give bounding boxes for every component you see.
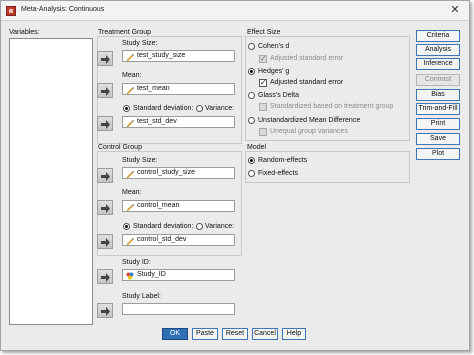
save-button[interactable]: Save	[416, 133, 460, 145]
ok-button[interactable]: OK	[162, 328, 188, 340]
model-title: Model	[247, 144, 267, 151]
unstandardized-radio[interactable]	[248, 117, 255, 124]
control-study-size-label: Study Size:	[122, 157, 158, 164]
model-frame	[245, 151, 410, 183]
hedges-g-radio[interactable]	[248, 68, 255, 75]
pencil-scale-icon	[127, 120, 134, 127]
right-arrow-icon	[101, 172, 110, 181]
title-bar: Meta-Analysis: Continuous ✕	[1, 1, 469, 21]
glass-delta-radio[interactable]	[248, 92, 255, 99]
inference-button[interactable]: Inference	[416, 58, 460, 70]
effect-size-title: Effect Size	[247, 29, 281, 36]
variables-label: Variables:	[9, 29, 40, 36]
app-icon	[6, 6, 16, 16]
random-effects-radio[interactable]	[248, 157, 255, 164]
plot-button[interactable]: Plot	[416, 148, 460, 160]
pencil-scale-icon	[127, 238, 134, 245]
trim-and-fill-button[interactable]: Trim-and-Fill	[416, 103, 460, 115]
right-arrow-icon	[101, 204, 110, 213]
treatment-study-size-field[interactable]: test_study_size	[122, 50, 235, 62]
control-mean-field[interactable]: control_mean	[122, 200, 235, 212]
unequal-variances-checkbox[interactable]	[259, 128, 267, 136]
reset-button[interactable]: Reset	[222, 328, 248, 340]
treatment-study-size-label: Study Size:	[122, 40, 158, 47]
study-id-label: Study ID:	[122, 259, 151, 266]
cohens-adjusted-checkbox[interactable]	[259, 54, 267, 64]
cohens-d-label: Cohen's d	[258, 43, 290, 50]
hedges-adjusted-checkbox[interactable]	[259, 78, 267, 88]
bias-button[interactable]: Bias	[416, 89, 460, 101]
fixed-effects-radio[interactable]	[248, 170, 255, 177]
control-variance-radio[interactable]	[196, 223, 203, 230]
control-study-size-field[interactable]: control_study_size	[122, 167, 235, 179]
treatment-mean-value: test_mean	[137, 85, 170, 92]
right-arrow-icon	[101, 238, 110, 247]
control-std-field[interactable]: control_std_dev	[122, 234, 235, 246]
study-id-field[interactable]: Study_ID	[122, 269, 235, 281]
effect-size-frame	[245, 36, 410, 141]
analysis-button[interactable]: Analysis	[416, 44, 460, 56]
study-label-label: Study Label:	[122, 293, 161, 300]
control-mean-label: Mean:	[122, 189, 142, 196]
glass-delta-label: Glass's Delta	[258, 92, 300, 99]
study-id-value: Study_ID	[137, 271, 166, 278]
cohens-adjusted-label: Adjusted standard error	[270, 55, 344, 62]
help-button[interactable]: Help	[282, 328, 306, 340]
criteria-button[interactable]: Criteria	[416, 30, 460, 42]
window-title: Meta-Analysis: Continuous	[21, 6, 105, 13]
control-study-size-value: control_study_size	[137, 169, 195, 176]
variables-list[interactable]	[9, 38, 93, 325]
pencil-scale-icon	[127, 87, 134, 94]
glass-standardized-checkbox[interactable]	[259, 103, 267, 111]
control-std-dev-radio[interactable]	[123, 223, 130, 230]
right-arrow-icon	[101, 87, 110, 96]
treatment-std-dev-radio[interactable]	[123, 105, 130, 112]
right-arrow-icon	[101, 55, 110, 64]
close-icon[interactable]: ✕	[447, 3, 463, 18]
treatment-std-value: test_std_dev	[137, 118, 177, 125]
nominal-variable-icon	[126, 272, 134, 280]
move-treatment-std-button[interactable]	[97, 116, 113, 131]
move-study-label-button[interactable]	[97, 303, 113, 318]
cancel-button[interactable]: Cancel	[252, 328, 278, 340]
unstandardized-label: Unstandardized Mean Difference	[258, 117, 361, 124]
right-arrow-icon	[101, 273, 110, 282]
study-label-field[interactable]	[122, 303, 235, 315]
control-std-value: control_std_dev	[137, 236, 187, 243]
treatment-std-dev-label: Standard deviation:	[133, 105, 194, 112]
right-arrow-icon	[101, 307, 110, 316]
pencil-scale-icon	[127, 204, 134, 211]
control-mean-value: control_mean	[137, 202, 180, 209]
pencil-scale-icon	[127, 171, 134, 178]
move-control-study-size-button[interactable]	[97, 168, 113, 183]
meta-analysis-dialog: Meta-Analysis: Continuous ✕ Variables: T…	[0, 0, 470, 351]
treatment-std-field[interactable]: test_std_dev	[122, 116, 235, 128]
treatment-variance-radio[interactable]	[196, 105, 203, 112]
cohens-d-radio[interactable]	[248, 43, 255, 50]
control-variance-label: Variance:	[205, 223, 235, 230]
move-treatment-study-size-button[interactable]	[97, 51, 113, 66]
paste-button[interactable]: Paste	[192, 328, 218, 340]
pencil-scale-icon	[127, 54, 134, 61]
treatment-variance-label: Variance:	[205, 105, 235, 112]
treatment-study-size-value: test_study_size	[137, 52, 186, 59]
control-group-title: Control Group	[98, 144, 142, 151]
hedges-adjusted-label: Adjusted standard error	[270, 79, 344, 86]
control-std-dev-label: Standard deviation:	[133, 223, 194, 230]
move-control-mean-button[interactable]	[97, 200, 113, 215]
fixed-effects-label: Fixed-effects	[258, 170, 298, 177]
right-arrow-icon	[101, 120, 110, 129]
move-control-std-button[interactable]	[97, 234, 113, 249]
print-button[interactable]: Print	[416, 118, 460, 130]
contrast-button[interactable]: Contrast	[416, 74, 460, 86]
treatment-mean-label: Mean:	[122, 72, 142, 79]
treatment-group-title: Treatment Group	[98, 29, 152, 36]
random-effects-label: Random-effects	[258, 157, 308, 164]
move-study-id-button[interactable]	[97, 269, 113, 284]
move-treatment-mean-button[interactable]	[97, 83, 113, 98]
treatment-mean-field[interactable]: test_mean	[122, 83, 235, 95]
unequal-variances-label: Unequal group variances	[270, 128, 348, 135]
glass-standardized-label: Standardized based on treatment group	[270, 103, 394, 110]
hedges-g-label: Hedges' g	[258, 68, 290, 75]
